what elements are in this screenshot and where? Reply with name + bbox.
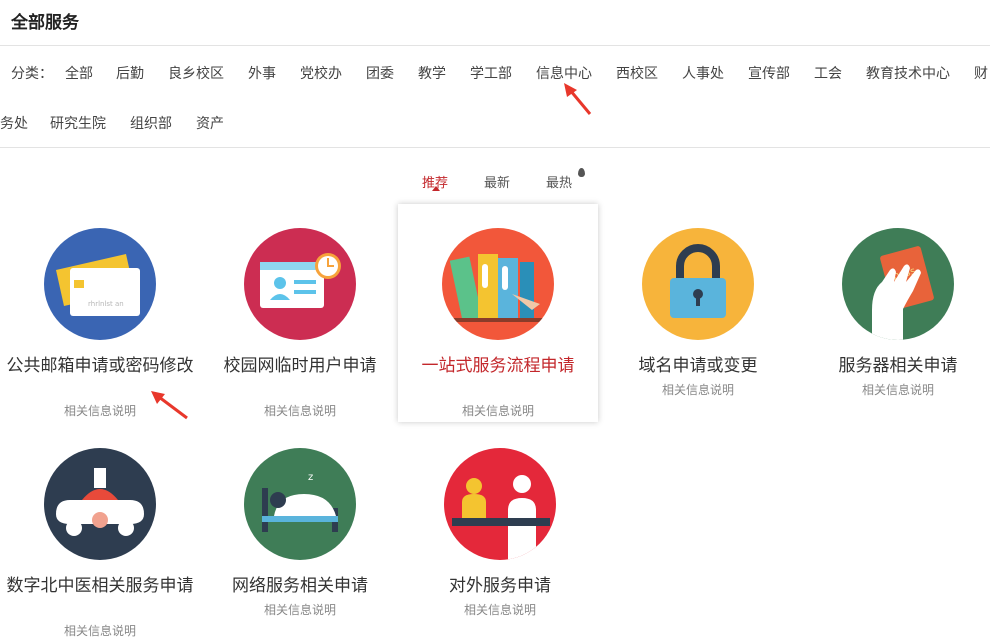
- svg-text:z: z: [308, 472, 313, 483]
- tab-hottest[interactable]: 最热: [546, 172, 572, 191]
- category-organization[interactable]: 组织部: [130, 113, 172, 133]
- service-title: 一站式服务流程申请: [421, 356, 575, 376]
- service-title: 网络服务相关申请: [232, 576, 368, 596]
- service-title: 对外服务申请: [449, 576, 551, 596]
- service-description: 相关信息说明: [263, 404, 336, 418]
- tab-newest[interactable]: 最新: [484, 172, 510, 191]
- flame-icon: [578, 168, 585, 177]
- category-graduate-school[interactable]: 研究生院: [50, 113, 106, 133]
- card-number-text: rhrlnlst an: [88, 300, 124, 308]
- service-card-network-service[interactable]: z 网络服务相关申请 相关信息说明: [200, 424, 400, 642]
- service-description: 相关信息说明: [263, 603, 336, 617]
- category-logistics[interactable]: 后勤: [116, 63, 144, 83]
- page-title: 全部服务: [11, 13, 79, 33]
- service-desk-icon: [444, 448, 556, 560]
- service-title: 公共邮箱申请或密码修改: [6, 356, 194, 376]
- category-student-affairs[interactable]: 学工部: [470, 63, 512, 83]
- service-description: 相关信息说明: [661, 383, 734, 397]
- service-card-external-service[interactable]: 对外服务申请 相关信息说明: [400, 424, 600, 642]
- annotation-arrow: [564, 83, 592, 115]
- service-description: 相关信息说明: [861, 383, 934, 397]
- service-title: 服务器相关申请: [838, 356, 958, 376]
- category-foreign-affairs[interactable]: 外事: [248, 63, 276, 83]
- category-liangxiang-campus[interactable]: 良乡校区: [168, 63, 224, 83]
- padlock-icon: [642, 228, 754, 340]
- category-publicity[interactable]: 宣传部: [748, 63, 790, 83]
- annotation-arrow: [151, 391, 188, 420]
- category-assets[interactable]: 资产: [196, 113, 224, 133]
- binders-icon: [442, 228, 554, 340]
- divider: [0, 45, 990, 46]
- category-party-school-office[interactable]: 党校办: [300, 63, 342, 83]
- category-teaching[interactable]: 教学: [418, 63, 446, 83]
- category-all[interactable]: 全部: [65, 63, 93, 83]
- credit-card-icon: rhrlnlst an: [44, 228, 156, 340]
- category-trade-union[interactable]: 工会: [814, 63, 842, 83]
- service-title: 校园网临时用户申请: [223, 356, 377, 376]
- service-card-domain-name[interactable]: 域名申请或变更 相关信息说明: [598, 204, 798, 422]
- service-card-server[interactable]: pass 服务器相关申请 相关信息说明: [798, 204, 990, 422]
- category-personnel[interactable]: 人事处: [682, 63, 724, 83]
- service-description: 相关信息说明: [63, 624, 136, 638]
- service-title: 数字北中医相关服务申请: [6, 576, 194, 596]
- category-west-campus[interactable]: 西校区: [616, 63, 658, 83]
- service-card-one-stop-process[interactable]: 一站式服务流程申请 相关信息说明: [398, 204, 598, 422]
- service-description: 相关信息说明: [461, 404, 534, 418]
- category-finance-part1[interactable]: 财: [974, 63, 988, 83]
- sleeping-bed-icon: z: [244, 448, 356, 560]
- service-card-digital-bucm[interactable]: 数字北中医相关服务申请 相关信息说明: [0, 424, 200, 642]
- category-youth-league[interactable]: 团委: [366, 63, 394, 83]
- category-finance-part2[interactable]: 务处: [0, 113, 28, 133]
- divider: [0, 147, 990, 148]
- airplane-icon: [44, 448, 156, 560]
- active-tab-caret: [432, 186, 440, 191]
- category-education-technology[interactable]: 教育技术中心: [866, 63, 950, 83]
- service-title: 域名申请或变更: [638, 356, 758, 376]
- service-description: 相关信息说明: [463, 603, 536, 617]
- passport-hand-icon: pass: [842, 228, 954, 340]
- id-card-clock-icon: [244, 228, 356, 340]
- category-label: 分类：: [11, 66, 53, 82]
- service-card-campus-temp-user[interactable]: 校园网临时用户申请 相关信息说明: [200, 204, 400, 422]
